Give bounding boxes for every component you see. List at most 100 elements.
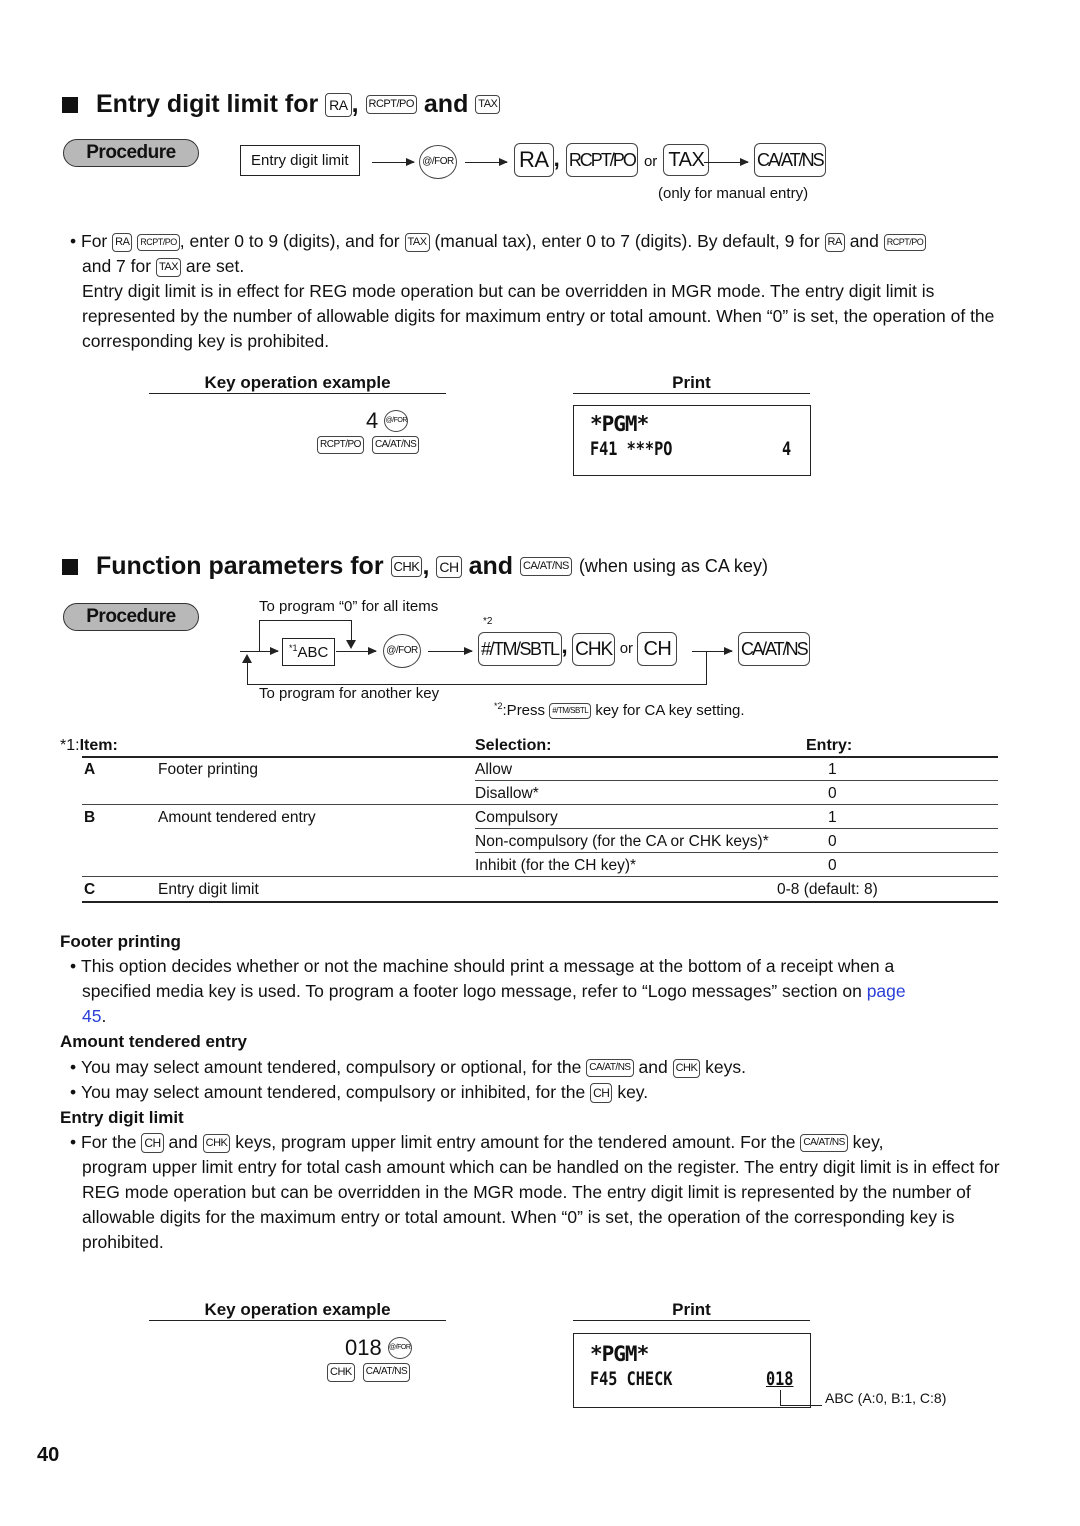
key-rcpt-po: RCPT/PO bbox=[317, 436, 364, 454]
text: key. bbox=[617, 1082, 649, 1102]
arrow-down-icon bbox=[346, 640, 356, 649]
flow-arrow bbox=[465, 158, 508, 166]
key-operation-header: Key operation example bbox=[149, 373, 446, 394]
row-divider bbox=[475, 828, 998, 829]
key-ch: CH bbox=[637, 632, 678, 666]
key-at-for: @/FOR bbox=[419, 145, 457, 179]
key-operation-header: Key operation example bbox=[149, 1300, 446, 1321]
row-selection: Allow bbox=[475, 761, 513, 778]
footer-printing-line2: specified media key is used. To program … bbox=[82, 979, 906, 1004]
print-header: Print bbox=[573, 1300, 810, 1321]
loop-line bbox=[259, 620, 260, 651]
text: key, bbox=[852, 1132, 884, 1152]
text: (manual tax), enter 0 to 7 (digits). By … bbox=[434, 231, 820, 251]
flow-arrow bbox=[240, 647, 279, 655]
ca-key-note: (when using as CA key) bbox=[578, 556, 768, 576]
print-pgm: *PGM* bbox=[590, 412, 649, 436]
footnote-2-mark: *2 bbox=[483, 616, 493, 627]
flow-arrow bbox=[372, 158, 415, 166]
text: and bbox=[638, 1057, 668, 1077]
comma: , bbox=[561, 633, 568, 659]
print-pgm: *PGM* bbox=[590, 1342, 649, 1366]
key-tm-sbtl: #/TM/SBTL bbox=[478, 632, 562, 666]
key-tax: TAX bbox=[663, 144, 710, 176]
text: and 7 for bbox=[82, 256, 152, 276]
flow-arrow bbox=[706, 647, 733, 655]
row-divider bbox=[82, 804, 998, 805]
text: and bbox=[849, 231, 879, 251]
footer-printing-line1: • This option decides whether or not the… bbox=[70, 956, 895, 976]
key-at-for: @/FOR bbox=[383, 634, 421, 668]
procedure-badge: Procedure bbox=[63, 603, 199, 631]
row-code: B bbox=[84, 809, 96, 826]
section1-title: Entry digit limit for bbox=[96, 90, 319, 118]
item-header-label: Item: bbox=[79, 737, 118, 754]
text: For bbox=[81, 231, 108, 251]
table-rule bbox=[82, 901, 998, 903]
amount-tendered-bullet1: • You may select amount tendered, compul… bbox=[70, 1057, 747, 1078]
square-bullet-icon bbox=[62, 558, 78, 575]
row-divider bbox=[82, 876, 998, 877]
key-chk: CHK bbox=[572, 632, 616, 666]
entry-digit-limit-heading: Entry digit limit bbox=[60, 1108, 184, 1127]
table-row: B Amount tendered entry Compulsory 1 bbox=[82, 806, 998, 830]
key-tax: TAX bbox=[475, 95, 501, 114]
example2-entry: 018 @/FOR bbox=[345, 1335, 412, 1361]
row-entry: 1 bbox=[828, 761, 837, 778]
footnote-mark: *2 bbox=[494, 701, 503, 711]
row-entry: 0-8 (default: 8) bbox=[777, 881, 878, 898]
key-chk: CHK bbox=[390, 556, 423, 577]
page-number-link[interactable]: 45 bbox=[82, 1006, 101, 1026]
key-tax: TAX bbox=[404, 232, 430, 252]
print-header: Print bbox=[573, 373, 810, 394]
final-key-wrap: CA/AT/NS bbox=[738, 632, 810, 666]
comma: , bbox=[422, 552, 430, 580]
key-ca-at-ns: CA/AT/NS bbox=[738, 632, 810, 666]
page-number: 40 bbox=[37, 1444, 60, 1466]
print-line: F45 CHECK bbox=[590, 1368, 672, 1390]
row-selection: Disallow* bbox=[475, 785, 539, 802]
footer-printing-heading: Footer printing bbox=[60, 932, 181, 951]
selection-header: Selection: bbox=[475, 737, 552, 754]
print-receipt-1: *PGM* F41 ***PO 4 bbox=[573, 405, 811, 476]
example1-keys: RCPT/PO CA/AT/NS bbox=[317, 436, 420, 454]
text: This option decides whether or not the m… bbox=[81, 956, 895, 976]
entry-digit-limit-box: Entry digit limit bbox=[240, 145, 360, 176]
text: :Press bbox=[502, 702, 546, 719]
final-key-wrap: CA/AT/NS bbox=[754, 143, 826, 177]
row-code: C bbox=[84, 881, 96, 898]
row-item: Footer printing bbox=[158, 761, 258, 778]
footnote-mark: *1: bbox=[60, 737, 80, 754]
program-zero-note: To program “0” for all items bbox=[259, 598, 439, 615]
entry-value: 4 bbox=[366, 408, 379, 433]
or-text: or bbox=[619, 640, 634, 658]
text: For the bbox=[81, 1132, 137, 1152]
loop-line bbox=[247, 660, 248, 684]
page-link[interactable]: page bbox=[867, 981, 906, 1001]
print-code: F41 bbox=[590, 438, 618, 460]
text: key for CA key setting. bbox=[595, 702, 745, 719]
table-row: Inhibit (for the CH key)* 0 bbox=[82, 854, 998, 878]
text: keys, program upper limit entry amount f… bbox=[235, 1132, 796, 1152]
section2-heading: Function parameters for CHK, CH and CA/A… bbox=[62, 552, 768, 581]
key-ca-at-ns: CA/AT/NS bbox=[362, 1363, 411, 1382]
footnote-1-mark: *1 bbox=[289, 643, 298, 653]
example2-keys: CHK CA/AT/NS bbox=[327, 1363, 411, 1382]
item-header: *1:Item: bbox=[60, 737, 118, 755]
flow-arrow bbox=[704, 158, 749, 166]
entry-value: 018 bbox=[345, 1335, 382, 1360]
section1-paragraph: Entry digit limit is in effect for REG m… bbox=[82, 281, 995, 351]
row-divider bbox=[475, 780, 998, 781]
key-tm-sbtl: #/TM/SBTL bbox=[549, 703, 592, 720]
row-code: A bbox=[84, 761, 96, 778]
another-key-note: To program for another key bbox=[259, 685, 440, 702]
key-ch: CH bbox=[141, 1133, 164, 1154]
section2-title: Function parameters for bbox=[96, 552, 384, 580]
flow-arrow bbox=[336, 647, 377, 655]
key-chk: CHK bbox=[202, 1133, 231, 1153]
row-entry: 0 bbox=[828, 857, 837, 874]
comma: , bbox=[553, 145, 560, 171]
key-rcpt-po: RCPT/PO bbox=[365, 95, 417, 114]
and-text: and bbox=[468, 552, 514, 580]
section2-flow-keys: #/TM/SBTL, CHK or CH bbox=[478, 632, 678, 666]
